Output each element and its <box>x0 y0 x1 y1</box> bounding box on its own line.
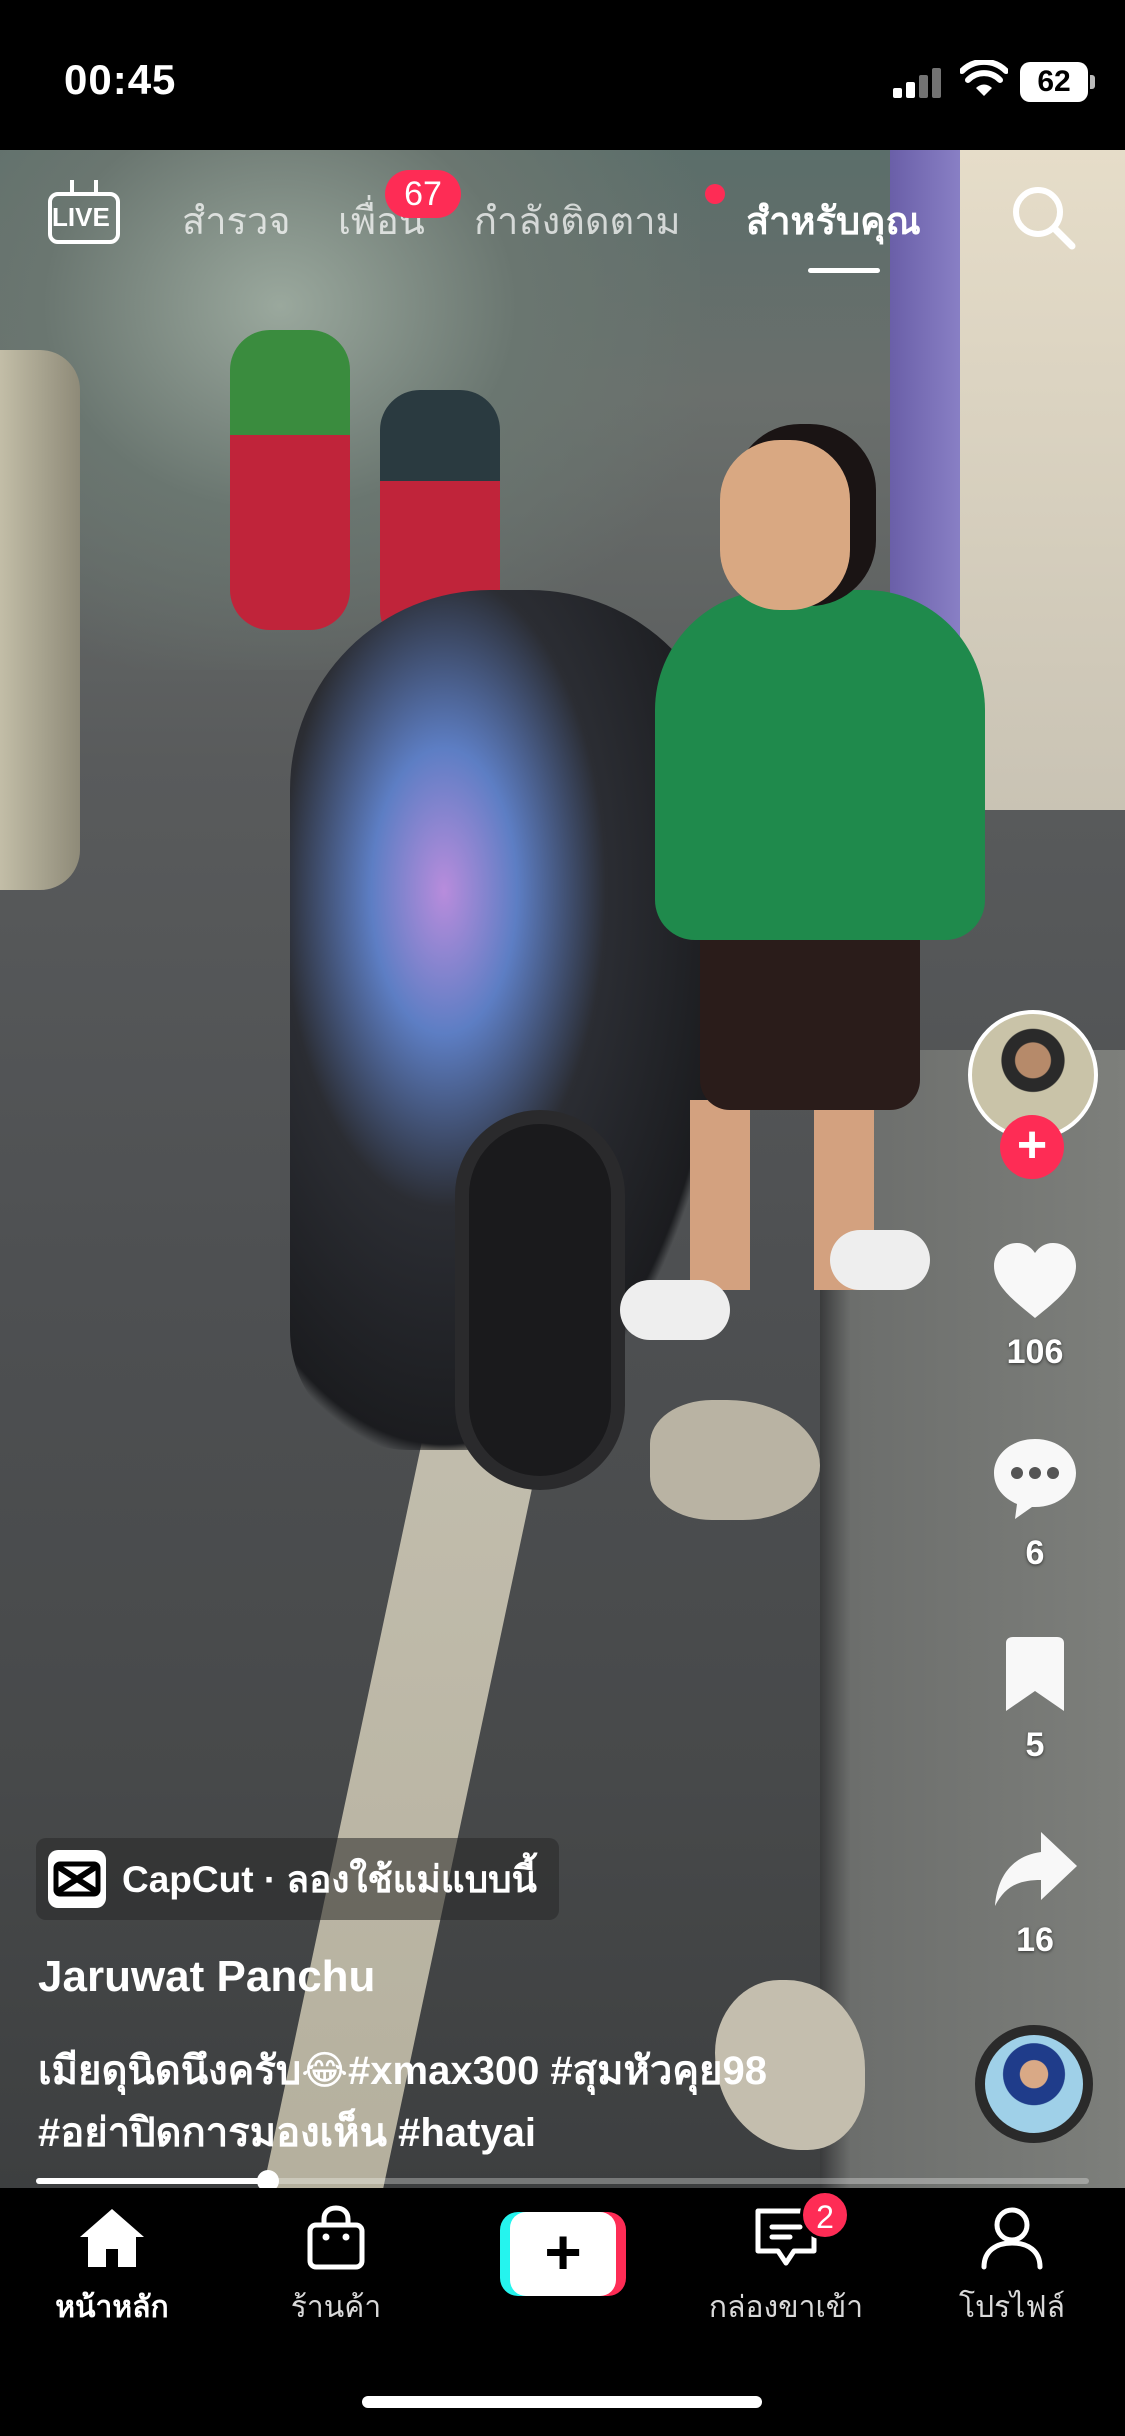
heart-icon <box>994 1243 1076 1318</box>
plus-icon: + <box>510 2212 616 2296</box>
share-button[interactable]: 16 <box>975 1828 1095 1960</box>
home-indicator <box>362 2396 762 2408</box>
tab-home-label: หน้าหลัก <box>55 2291 169 2324</box>
bookmark-icon <box>1006 1637 1064 1711</box>
person-hoodie <box>655 590 985 940</box>
rock <box>650 1400 820 1520</box>
like-button[interactable]: 106 <box>975 1240 1095 1372</box>
tab-home[interactable]: หน้าหลัก <box>12 2205 212 2331</box>
music-disc[interactable] <box>975 2025 1093 2143</box>
shoe <box>620 1280 730 1340</box>
tab-inbox-label: กล่องขาเข้า <box>708 2291 864 2324</box>
tab-shop[interactable]: ร้านค้า <box>236 2205 436 2331</box>
bookmark-button[interactable]: 5 <box>975 1635 1095 1765</box>
scooter-wheel <box>455 1110 625 1490</box>
status-bar: 00:45 62 <box>0 0 1125 150</box>
live-icon[interactable]: LIVE <box>48 180 120 244</box>
capcut-label: CapCut · ลองใช้แม่แบบนี้ <box>122 1858 537 1900</box>
rider-left <box>230 330 350 630</box>
person-skirt <box>700 910 920 1110</box>
profile-icon <box>981 2207 1043 2270</box>
home-icon <box>80 2209 144 2267</box>
comment-count: 6 <box>1025 1534 1045 1572</box>
active-tab-indicator <box>808 268 880 273</box>
status-time: 00:45 <box>64 56 177 103</box>
tab-inbox[interactable]: กล่องขาเข้า <box>686 2205 886 2331</box>
tab-following[interactable]: กำลังติดตาม <box>474 190 681 251</box>
share-icon <box>995 1832 1077 1906</box>
following-dot <box>705 184 725 204</box>
signal-icon <box>893 66 945 98</box>
shop-icon <box>307 2205 365 2270</box>
capcut-template-link[interactable]: CapCut · ลองใช้แม่แบบนี้ <box>36 1838 559 1920</box>
car <box>0 350 80 890</box>
save-count: 5 <box>1025 1726 1045 1764</box>
live-label: LIVE <box>52 202 110 232</box>
tab-shop-label: ร้านค้า <box>290 2291 382 2324</box>
capcut-icon <box>48 1850 106 1908</box>
comment-button[interactable]: 6 <box>975 1435 1095 1573</box>
tab-for-you[interactable]: สำหรับคุณ <box>746 190 921 251</box>
video-progress-bar[interactable] <box>36 2170 1089 2192</box>
author-name[interactable]: Jaruwat Panchu <box>38 1952 375 2002</box>
tab-profile-label: โปรไฟล์ <box>959 2291 1065 2324</box>
friends-badge: 67 <box>385 170 461 218</box>
battery-icon: 62 <box>1020 62 1095 102</box>
comment-icon <box>994 1439 1076 1519</box>
tab-explore[interactable]: สำรวจ <box>182 190 291 251</box>
like-count: 106 <box>1006 1333 1064 1371</box>
video-caption: เมียดุนิดนึงครับ😂#xmax300 #สุมหัวคุย98 #… <box>38 2049 767 2155</box>
progress-fill <box>36 2178 268 2184</box>
shoe <box>830 1230 930 1290</box>
follow-button[interactable]: + <box>1000 1115 1064 1179</box>
inbox-badge: 2 <box>800 2190 850 2240</box>
wifi-icon <box>960 60 1008 96</box>
person-head <box>720 440 850 610</box>
tab-profile[interactable]: โปรไฟล์ <box>912 2205 1112 2331</box>
create-button[interactable]: + <box>500 2212 626 2296</box>
search-icon[interactable] <box>1008 182 1078 252</box>
share-count: 16 <box>1016 1921 1054 1959</box>
